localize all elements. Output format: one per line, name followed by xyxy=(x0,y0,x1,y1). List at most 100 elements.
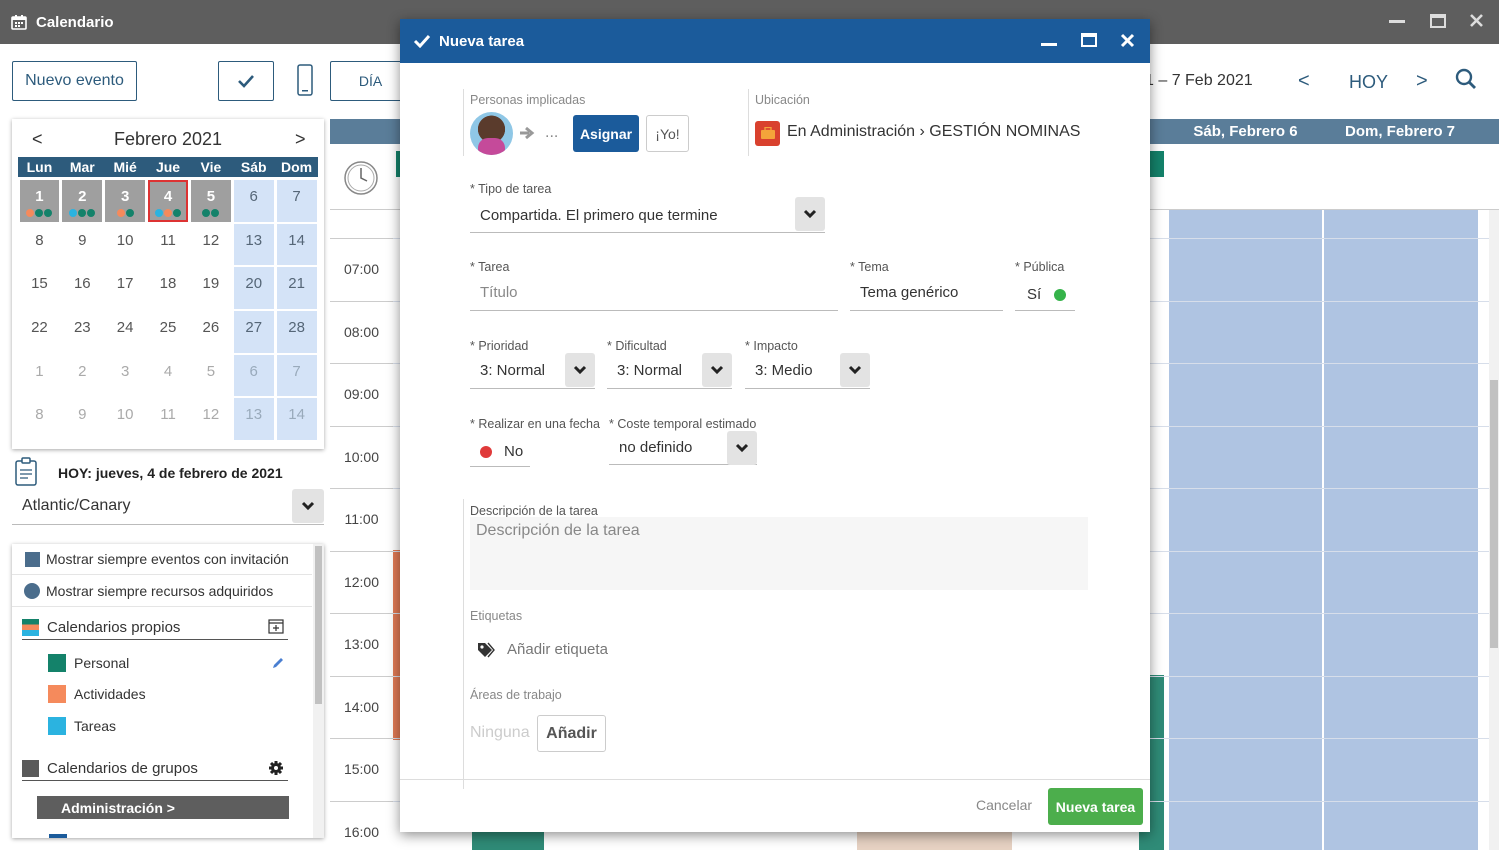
day-cell[interactable]: 16 xyxy=(62,267,102,309)
day-cell[interactable]: 6 xyxy=(233,180,274,222)
calendar-item-tareas[interactable]: Tareas xyxy=(48,714,116,738)
day-cell[interactable]: 9 xyxy=(62,398,102,440)
scrollbar[interactable] xyxy=(1489,210,1499,850)
prev-week-button[interactable]: < xyxy=(1298,70,1310,93)
day-cell[interactable]: 3 xyxy=(105,180,146,222)
hour-label: 12:00 xyxy=(343,574,380,590)
saturday-column[interactable] xyxy=(1169,210,1322,850)
chevron-down-icon[interactable] xyxy=(795,197,825,231)
day-cell[interactable]: 26 xyxy=(191,311,231,353)
search-icon[interactable] xyxy=(1455,68,1477,90)
calendar-item-actividades[interactable]: Actividades xyxy=(48,682,146,706)
public-toggle[interactable]: Sí xyxy=(1015,279,1075,311)
day-cell[interactable]: 6 xyxy=(233,354,274,397)
minimize-icon[interactable] xyxy=(1041,43,1057,47)
chevron-down-icon[interactable] xyxy=(702,353,732,387)
day-cell[interactable]: 28 xyxy=(276,311,317,353)
day-cell[interactable]: 14 xyxy=(276,398,317,441)
view-day-button[interactable]: DÍA xyxy=(330,61,410,101)
day-cell[interactable]: 1 xyxy=(19,180,60,222)
chevron-down-icon[interactable] xyxy=(292,489,324,523)
chevron-down-icon[interactable] xyxy=(565,353,595,387)
event-block[interactable] xyxy=(472,830,544,850)
maximize-icon[interactable] xyxy=(1081,33,1097,47)
day-header-saturday[interactable]: Sáb, Febrero 6 xyxy=(1168,119,1323,144)
day-cell[interactable]: 7 xyxy=(276,354,317,397)
day-cell[interactable]: 8 xyxy=(20,224,60,266)
show-resources-option[interactable]: Mostrar siempre recursos adquiridos xyxy=(12,576,312,607)
on-date-toggle[interactable]: No xyxy=(470,437,530,467)
day-cell[interactable]: 24 xyxy=(105,311,145,353)
tasks-view-button[interactable] xyxy=(218,61,274,101)
all-day-event[interactable] xyxy=(1149,151,1164,177)
cancel-button[interactable]: Cancelar xyxy=(976,797,1032,813)
mobile-icon[interactable] xyxy=(296,64,314,96)
mini-calendar-next[interactable]: > xyxy=(295,129,306,150)
day-cell[interactable]: 17 xyxy=(105,267,145,309)
gear-icon[interactable] xyxy=(268,760,284,776)
day-cell[interactable]: 19 xyxy=(191,267,231,309)
chevron-down-icon[interactable] xyxy=(840,353,870,387)
event-block[interactable] xyxy=(393,550,400,740)
clipboard-icon[interactable] xyxy=(14,457,38,487)
day-cell[interactable]: 15 xyxy=(20,267,60,309)
group-item-administracion[interactable]: Administración > xyxy=(37,796,289,819)
add-area-button[interactable]: Añadir xyxy=(537,715,606,752)
add-calendar-icon[interactable] xyxy=(268,618,284,634)
add-tag-button[interactable]: Añadir etiqueta xyxy=(507,641,608,658)
day-cell-today[interactable]: 4 xyxy=(148,180,188,222)
submit-task-button[interactable]: Nueva tarea xyxy=(1048,788,1143,825)
day-cell[interactable]: 12 xyxy=(191,224,231,266)
me-button[interactable]: ¡Yo! xyxy=(646,115,689,152)
day-cell[interactable]: 5 xyxy=(190,180,231,222)
day-cell[interactable]: 14 xyxy=(276,223,317,266)
avatar[interactable] xyxy=(470,112,513,155)
scrollbar-thumb[interactable] xyxy=(1490,380,1498,648)
today-button[interactable]: HOY xyxy=(1349,72,1388,93)
scrollbar-thumb[interactable] xyxy=(315,546,322,704)
close-icon[interactable] xyxy=(1120,33,1135,48)
day-cell[interactable]: 27 xyxy=(233,311,274,353)
day-cell[interactable]: 2 xyxy=(62,180,103,222)
calendar-item-personal[interactable]: Personal xyxy=(48,651,129,675)
mini-calendar-prev[interactable]: < xyxy=(32,129,43,150)
pencil-icon[interactable] xyxy=(271,656,285,670)
day-cell[interactable]: 13 xyxy=(233,223,274,266)
day-cell[interactable]: 18 xyxy=(148,267,188,309)
day-cell[interactable]: 23 xyxy=(62,311,102,353)
maximize-icon[interactable] xyxy=(1430,14,1446,28)
day-cell[interactable]: 1 xyxy=(20,355,60,397)
day-cell[interactable]: 20 xyxy=(233,267,274,310)
day-cell[interactable]: 5 xyxy=(191,355,231,397)
sunday-column[interactable] xyxy=(1324,210,1478,850)
day-cell[interactable]: 11 xyxy=(148,398,188,440)
new-event-button[interactable]: Nuevo evento xyxy=(12,61,137,101)
day-cell[interactable]: 7 xyxy=(276,180,317,222)
task-type-select[interactable]: Compartida. El primero que termine xyxy=(470,199,825,233)
day-cell[interactable]: 22 xyxy=(20,311,60,353)
next-week-button[interactable]: > xyxy=(1416,70,1428,93)
day-header-sunday[interactable]: Dom, Febrero 7 xyxy=(1323,119,1477,144)
day-cell[interactable]: 2 xyxy=(62,355,102,397)
close-icon[interactable] xyxy=(1469,13,1484,28)
task-title-input[interactable]: Título xyxy=(470,275,838,311)
day-cell[interactable]: 4 xyxy=(148,355,188,397)
day-cell[interactable]: 10 xyxy=(105,224,145,266)
day-cell[interactable]: 8 xyxy=(20,398,60,440)
day-cell[interactable]: 9 xyxy=(62,224,102,266)
scrollbar[interactable] xyxy=(313,544,324,838)
day-cell[interactable]: 21 xyxy=(276,267,317,310)
day-cell[interactable]: 12 xyxy=(191,398,231,440)
day-cell[interactable]: 3 xyxy=(105,355,145,397)
chevron-down-icon[interactable] xyxy=(727,431,757,465)
topic-field[interactable]: Tema genérico xyxy=(850,275,1003,311)
assign-button[interactable]: Asignar xyxy=(573,115,639,152)
day-cell[interactable]: 25 xyxy=(148,311,188,353)
day-cell[interactable]: 11 xyxy=(148,224,188,266)
day-cell[interactable]: 10 xyxy=(105,398,145,440)
description-textarea[interactable]: Descripción de la tarea xyxy=(470,517,1088,590)
day-cell[interactable]: 13 xyxy=(233,398,274,441)
minimize-icon[interactable] xyxy=(1389,20,1405,24)
show-invites-option[interactable]: Mostrar siempre eventos con invitación xyxy=(12,544,312,575)
timezone-select[interactable]: Atlantic/Canary xyxy=(12,489,324,525)
